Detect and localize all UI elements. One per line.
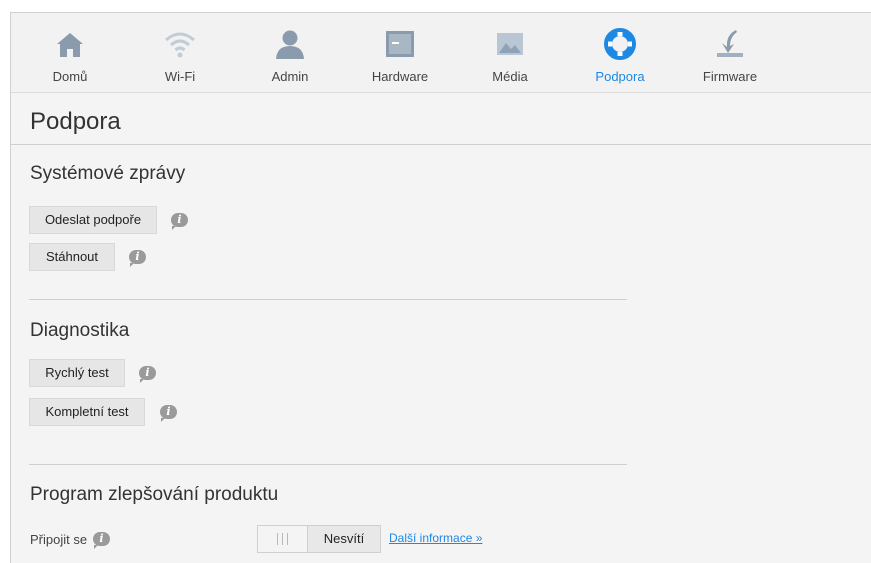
page-title-bar: Podpora [11,94,871,145]
top-navigation: Domů Wi-Fi Admin Hardware Média Podpora … [11,13,871,93]
nav-item-wifi[interactable]: Wi-Fi [125,13,235,93]
app-frame: Domů Wi-Fi Admin Hardware Média Podpora … [10,12,871,563]
send-to-support-button[interactable]: Odeslat podpoře [29,206,157,234]
nav-item-hardware[interactable]: Hardware [345,13,455,93]
media-icon [497,33,523,55]
nav-label-home: Domů [52,69,88,84]
section-title-diagnostics: Diagnostika [30,320,130,341]
nav-item-media[interactable]: Média [455,13,565,93]
nav-item-admin[interactable]: Admin [235,13,345,93]
page-title: Podpora [30,108,121,135]
nav-label-support: Podpora [595,69,645,84]
join-label: Připojit se [30,532,88,547]
section-title-system-messages: Systémové zprávy [30,163,186,184]
hardware-icon [386,31,414,57]
nav-item-home[interactable]: Domů [15,13,125,93]
quick-test-info-icon[interactable]: i [139,366,156,383]
nav-item-support[interactable]: Podpora [565,13,675,93]
nav-item-firmware[interactable]: Firmware [675,13,785,93]
download-info-icon[interactable]: i [129,250,146,267]
join-toggle[interactable]: Nesvítí [257,525,381,553]
nav-label-admin: Admin [271,69,309,84]
section-divider [29,299,627,300]
toggle-state-label: Nesvítí [323,531,365,546]
wifi-icon [165,32,195,58]
send-to-support-info-icon[interactable]: i [171,213,188,230]
nav-label-firmware: Firmware [702,69,758,84]
section-title-improvement-program: Program zlepšování produktu [30,484,279,505]
nav-label-media: Média [492,69,528,84]
user-icon [276,30,304,59]
quick-test-button[interactable]: Rychlý test [29,359,125,387]
full-test-info-icon[interactable]: i [160,405,177,422]
full-test-button[interactable]: Kompletní test [29,398,145,426]
more-info-link[interactable]: Další informace » [389,531,482,545]
lifebuoy-icon [604,28,636,60]
home-icon [57,33,83,57]
join-info-icon[interactable]: i [93,532,110,549]
section-divider [29,464,627,465]
download-button[interactable]: Stáhnout [29,243,115,271]
download-icon [717,30,743,57]
toggle-handle[interactable] [258,526,308,552]
nav-label-hardware: Hardware [371,69,429,84]
nav-label-wifi: Wi-Fi [164,69,196,84]
